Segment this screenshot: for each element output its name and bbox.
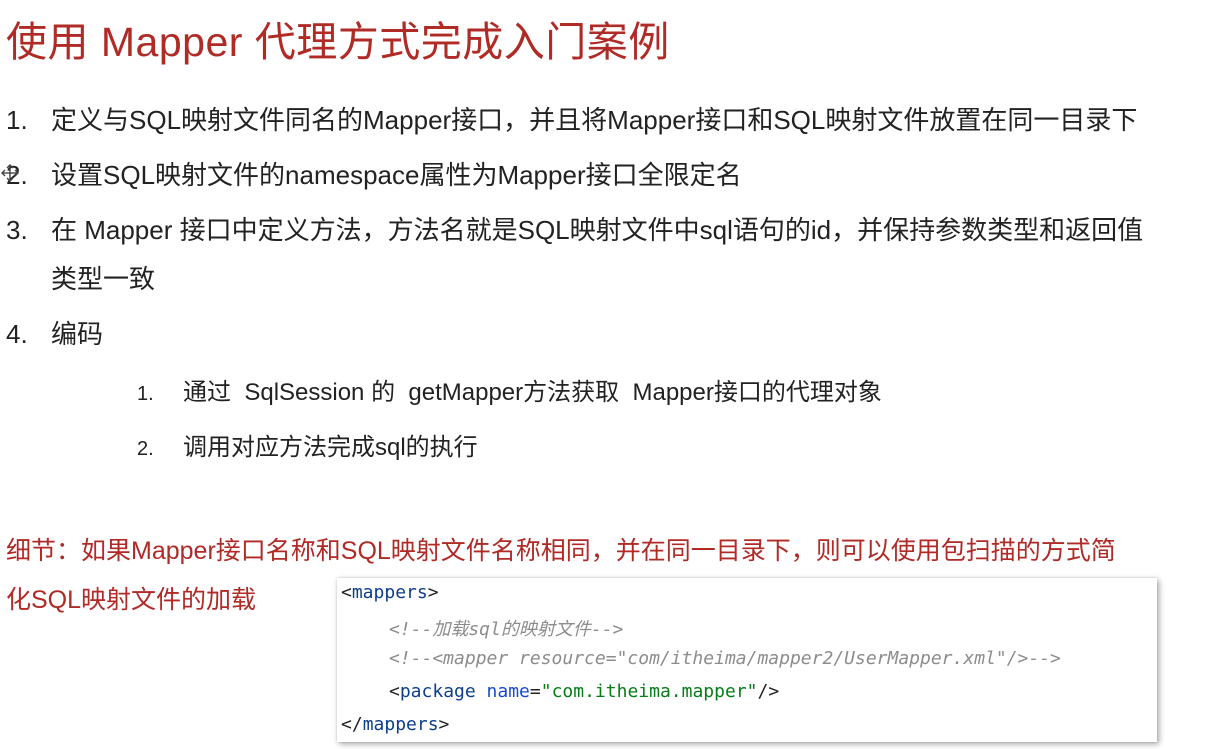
code-comment-1: <!--加载sql的映射文件--> bbox=[389, 619, 624, 640]
step-2: 2. 设置SQL映射文件的namespace属性为Mapper接口全限定名 bbox=[6, 155, 742, 192]
step-3-continuation: 类型一致 bbox=[51, 264, 156, 294]
step-number: 1. bbox=[6, 105, 28, 135]
step-4: 4. 编码 bbox=[6, 314, 103, 351]
step-text: 在 Mapper 接口中定义方法，方法名就是SQL映射文件中sql语句的id，并… bbox=[51, 215, 1144, 245]
step-text: 设置SQL映射文件的namespace属性为Mapper接口全限定名 bbox=[51, 160, 742, 190]
code-line-close: </mappers> bbox=[341, 714, 450, 735]
xml-attribute-value: "com.itheima.mapper" bbox=[540, 681, 758, 702]
substep-1: 1. 通过 SqlSession 的 getMapper方法获取 Mapper接口… bbox=[137, 372, 882, 407]
code-line-open: <mappers> bbox=[341, 582, 439, 603]
code-snippet: <mappers> <!--加载sql的映射文件--> <!--<mapper … bbox=[337, 578, 1157, 742]
note-line-1: 细节：如果Mapper接口名称和SQL映射文件名称相同，并在同一目录下，则可以使… bbox=[6, 537, 1116, 565]
substep-2: 2. 调用对应方法完成sql的执行 bbox=[137, 427, 478, 462]
step-text: 编码 bbox=[51, 319, 104, 349]
page-title: 使用 Mapper 代理方式完成入门案例 bbox=[6, 19, 670, 65]
substep-text: 通过 SqlSession 的 getMapper方法获取 Mapper接口的代… bbox=[183, 379, 882, 406]
substep-text: 调用对应方法完成sql的执行 bbox=[183, 434, 478, 461]
step-text: 定义与SQL映射文件同名的Mapper接口，并且将Mapper接口和SQL映射文… bbox=[51, 105, 1138, 135]
code-line-package: <package name="com.itheima.mapper"/> bbox=[389, 681, 780, 702]
step-number: 3. bbox=[6, 215, 28, 245]
xml-attribute: name bbox=[486, 681, 530, 702]
step-3: 3. 在 Mapper 接口中定义方法，方法名就是SQL映射文件中sql语句的id… bbox=[6, 210, 1143, 247]
step-1: 1. 定义与SQL映射文件同名的Mapper接口，并且将Mapper接口和SQL映… bbox=[6, 100, 1137, 137]
substep-number: 1. bbox=[137, 383, 154, 405]
xml-tag: mappers bbox=[351, 582, 428, 603]
substep-number: 2. bbox=[137, 438, 154, 460]
move-cursor-icon bbox=[1, 164, 19, 182]
step-number: 4. bbox=[6, 319, 28, 349]
xml-tag: package bbox=[399, 681, 476, 702]
note-line-2: 化SQL映射文件的加载 bbox=[6, 586, 257, 614]
code-comment-2: <!--<mapper resource="com/itheima/mapper… bbox=[389, 648, 1061, 669]
xml-tag: mappers bbox=[362, 714, 439, 735]
